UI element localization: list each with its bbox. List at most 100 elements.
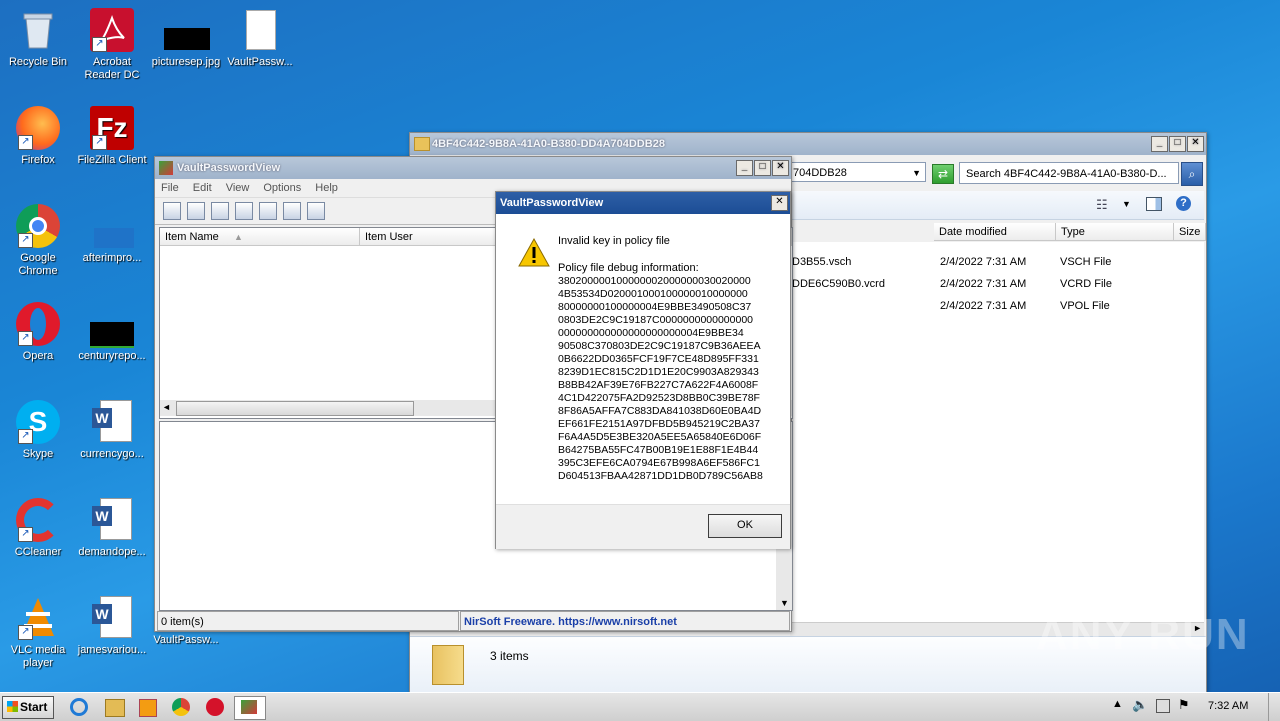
shortcut-arrow-icon: ↗: [18, 331, 33, 346]
help-icon[interactable]: ?: [1176, 196, 1191, 211]
address-text: 704DDB28: [793, 167, 847, 179]
file-row[interactable]: DDE6C590B0.vcrd 2/4/2022 7:31 AM VCRD Fi…: [790, 274, 1204, 294]
debug-line: EF661FE2151A97DFBD5B945219C2BA37: [558, 418, 760, 430]
menu-file[interactable]: File: [161, 179, 179, 197]
search-button[interactable]: ⌕: [1181, 162, 1203, 186]
column-header-size[interactable]: Size: [1174, 223, 1206, 241]
desktop-icon-ccleaner[interactable]: ↗ CCleaner: [0, 498, 76, 559]
column-header-item-name[interactable]: Item Name ▲: [160, 228, 360, 246]
minimize-button[interactable]: _: [736, 160, 753, 176]
debug-line: 90508C370803DE2C9C19187C9B36AEEA: [558, 340, 761, 352]
desktop-icon-label: CCleaner: [14, 546, 62, 558]
sort-ascending-icon: ▲: [234, 232, 243, 242]
network-icon[interactable]: [1156, 699, 1170, 713]
desktop-icon-label: Opera: [22, 350, 54, 362]
desktop-icon-opera[interactable]: ↗ Opera: [0, 302, 76, 363]
debug-line: 395C3EFE6CA0794E67B998A6EF586FC1: [558, 457, 760, 469]
desktop-icon-skype[interactable]: S ↗ Skype: [0, 400, 76, 461]
taskbar-media-player-icon[interactable]: [136, 696, 160, 718]
debug-line: F6A4A5D5E3BE320A5EE5A65840E6D06F: [558, 431, 762, 443]
maximize-button[interactable]: □: [754, 160, 771, 176]
taskbar-explorer-icon[interactable]: [102, 696, 126, 718]
chrome-icon: ↗: [16, 204, 60, 248]
view-toolbar: ☷ ▼ ?: [790, 191, 1204, 220]
find-icon[interactable]: [283, 202, 301, 220]
maximize-button[interactable]: □: [1169, 136, 1186, 152]
close-button[interactable]: ✕: [772, 160, 789, 176]
views-icon[interactable]: ☷: [1096, 197, 1108, 213]
preview-pane-icon[interactable]: [1146, 197, 1162, 211]
copy-icon[interactable]: [235, 202, 253, 220]
vpv-title-bar[interactable]: VaultPasswordView _ □ ✕: [155, 157, 791, 179]
desktop-icon-acrobat[interactable]: ↗ Acrobat Reader DC: [74, 8, 150, 82]
close-button[interactable]: ✕: [771, 195, 788, 211]
show-desktop-button[interactable]: [1268, 693, 1280, 721]
desktop-icon-label: VLC media player: [10, 644, 66, 669]
debug-line: 4B53534D020001000100000010000000: [558, 288, 748, 300]
desktop-icon-demandope[interactable]: W demandope...: [74, 498, 150, 559]
taskbar-ie-icon[interactable]: [68, 696, 92, 718]
windows-logo-icon: [7, 701, 18, 712]
start-button[interactable]: Start: [2, 696, 54, 719]
volume-icon[interactable]: 🔈: [1132, 697, 1148, 713]
status-nirsoft-link[interactable]: NirSoft Freeware. https://www.nirsoft.ne…: [460, 611, 790, 631]
scroll-left-icon[interactable]: ◄: [162, 402, 171, 412]
export-icon[interactable]: [259, 202, 277, 220]
show-hidden-icons-icon[interactable]: ▲: [1112, 698, 1123, 710]
action-center-flag-icon[interactable]: ⚑: [1178, 697, 1190, 713]
desktop-icon-label: afterimpro...: [82, 252, 142, 264]
ok-button[interactable]: OK: [708, 514, 782, 538]
menu-help[interactable]: Help: [315, 179, 338, 197]
column-header-type[interactable]: Type: [1056, 223, 1174, 241]
refresh-icon[interactable]: [211, 202, 229, 220]
desktop-icon-filezilla[interactable]: Fz ↗ FileZilla Client: [74, 106, 150, 167]
desktop-icon-chrome[interactable]: ↗ Google Chrome: [0, 204, 76, 278]
desktop-icon-label: picturesep.jpg: [151, 56, 221, 68]
window-title: VaultPasswordView: [177, 162, 281, 174]
dialog-title-bar[interactable]: VaultPasswordView ✕: [496, 192, 790, 214]
folder-large-icon: [432, 645, 464, 685]
search-input[interactable]: Search 4BF4C442-9B8A-41A0-B380-D...: [959, 162, 1179, 184]
desktop-icon-firefox[interactable]: ↗ Firefox: [0, 106, 76, 167]
refresh-button[interactable]: ⇄: [932, 164, 954, 184]
desktop-icon-vlc[interactable]: ↗ VLC media player: [0, 596, 76, 670]
close-button[interactable]: ✕: [1187, 136, 1204, 152]
chevron-down-icon[interactable]: ▼: [912, 163, 921, 183]
save-icon[interactable]: [187, 202, 205, 220]
desktop-icon-afterimpro[interactable]: afterimpro...: [74, 204, 150, 265]
scroll-thumb[interactable]: [176, 401, 414, 416]
menu-edit[interactable]: Edit: [193, 179, 212, 197]
chevron-down-icon[interactable]: ▼: [1122, 199, 1131, 209]
explorer-title-bar[interactable]: 4BF4C442-9B8A-41A0-B380-DD4A704DDB28 _ □…: [410, 133, 1206, 155]
desktop-icon-jamesvariou[interactable]: W jamesvariou...: [74, 596, 150, 657]
desktop-icon-vaultpassw-file[interactable]: VaultPassw...: [222, 8, 298, 69]
desktop-icon-picturesep[interactable]: picturesep.jpg: [148, 8, 224, 69]
window-title: 4BF4C442-9B8A-41A0-B380-DD4A704DDB28: [432, 138, 665, 150]
taskbar-vaultpasswordview-icon[interactable]: [234, 696, 266, 720]
shortcut-arrow-icon: ↗: [18, 527, 33, 542]
blank-file-icon: [238, 8, 282, 52]
file-row[interactable]: D3B55.vsch 2/4/2022 7:31 AM VSCH File: [790, 252, 1204, 272]
debug-line: D604513FBAA42871DD1DB0D789C56AB8: [558, 470, 763, 482]
desktop-icon-centuryrepo[interactable]: centuryrepo...: [74, 302, 150, 363]
taskbar-opera-icon[interactable]: [204, 696, 228, 718]
desktop-icon-label: VaultPassw...: [227, 56, 293, 68]
menu-options[interactable]: Options: [263, 179, 301, 197]
column-header-date[interactable]: Date modified: [934, 223, 1056, 241]
taskbar-chrome-icon[interactable]: [170, 696, 194, 718]
minimize-button[interactable]: _: [1151, 136, 1168, 152]
status-item-count: 0 item(s): [157, 611, 459, 631]
scroll-down-icon[interactable]: ▼: [780, 598, 789, 608]
clock[interactable]: 7:32 AM: [1208, 700, 1248, 712]
filezilla-icon: Fz ↗: [90, 106, 134, 150]
shortcut-arrow-icon: ↗: [92, 37, 107, 52]
desktop-icon-label: centuryrepo...: [78, 350, 146, 362]
menu-view[interactable]: View: [226, 179, 250, 197]
properties-icon[interactable]: [163, 202, 181, 220]
desktop-icon-vaultpassw-exe[interactable]: VaultPassw...: [148, 634, 224, 647]
run-icon[interactable]: [307, 202, 325, 220]
address-bar[interactable]: 704DDB28 ▼: [790, 162, 926, 182]
desktop-icon-recycle-bin[interactable]: Recycle Bin: [0, 8, 76, 69]
desktop-icon-currencygo[interactable]: W currencygo...: [74, 400, 150, 461]
file-row[interactable]: 2/4/2022 7:31 AM VPOL File: [790, 296, 1204, 316]
